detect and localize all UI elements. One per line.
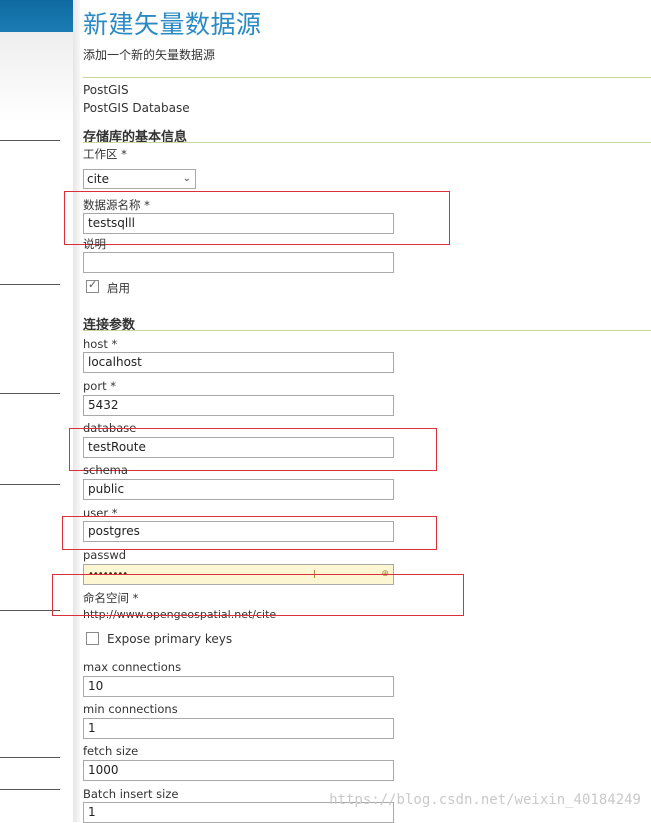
passwd-label: passwd xyxy=(83,548,127,562)
highlight-box xyxy=(62,516,437,550)
expose-pk-label: Expose primary keys xyxy=(107,632,233,646)
nav-separator xyxy=(0,610,60,611)
highlight-box xyxy=(52,574,464,616)
checkmark-icon: ✓ xyxy=(88,278,98,291)
workspace-label: 工作区 * xyxy=(83,147,127,161)
left-gray-area xyxy=(0,32,73,122)
max-connections-label: max connections xyxy=(83,660,182,674)
expose-pk-checkbox[interactable] xyxy=(86,632,99,645)
host-input[interactable]: localhost xyxy=(83,352,394,373)
nav-separator xyxy=(0,789,60,790)
port-input[interactable]: 5432 xyxy=(83,395,394,416)
panel-divider xyxy=(73,0,80,822)
fetch-size-label: fetch size xyxy=(83,744,139,758)
enabled-label: 启用 xyxy=(107,281,130,295)
host-label: host * xyxy=(83,337,118,351)
port-label: port * xyxy=(83,379,116,393)
nav-separator xyxy=(0,484,60,485)
workspace-selected-value: cite xyxy=(87,172,110,186)
min-connections-label: min connections xyxy=(83,702,178,716)
store-type-description: PostGIS Database xyxy=(83,101,190,115)
description-input[interactable] xyxy=(83,252,394,273)
watermark: https://blog.csdn.net/weixin_40184249 xyxy=(329,792,641,808)
nav-separator xyxy=(0,757,60,758)
description-label: 说明 xyxy=(83,237,106,251)
min-connections-input[interactable]: 1 xyxy=(83,718,394,739)
schema-input[interactable]: public xyxy=(83,479,394,500)
schema-label: schema xyxy=(83,463,128,477)
fetch-size-input[interactable]: 1000 xyxy=(83,760,394,781)
max-connections-input[interactable]: 10 xyxy=(83,676,394,697)
chevron-down-icon: ⌄ xyxy=(182,173,191,184)
page-title: 新建矢量数据源 xyxy=(83,10,262,39)
header-divider xyxy=(83,77,651,78)
section-divider xyxy=(83,330,651,331)
enabled-checkbox[interactable]: ✓ xyxy=(86,278,99,293)
page-subtitle: 添加一个新的矢量数据源 xyxy=(83,48,216,62)
section-divider xyxy=(83,142,651,143)
workspace-select[interactable]: cite ⌄ xyxy=(83,169,196,189)
nav-separator xyxy=(0,140,60,141)
left-nav-panel xyxy=(0,0,73,822)
nav-separator xyxy=(0,393,60,394)
left-header-bar xyxy=(0,0,73,32)
highlight-box xyxy=(64,191,450,245)
batch-insert-label: Batch insert size xyxy=(83,787,179,801)
nav-separator xyxy=(0,284,60,285)
store-type-name: PostGIS xyxy=(83,83,129,97)
